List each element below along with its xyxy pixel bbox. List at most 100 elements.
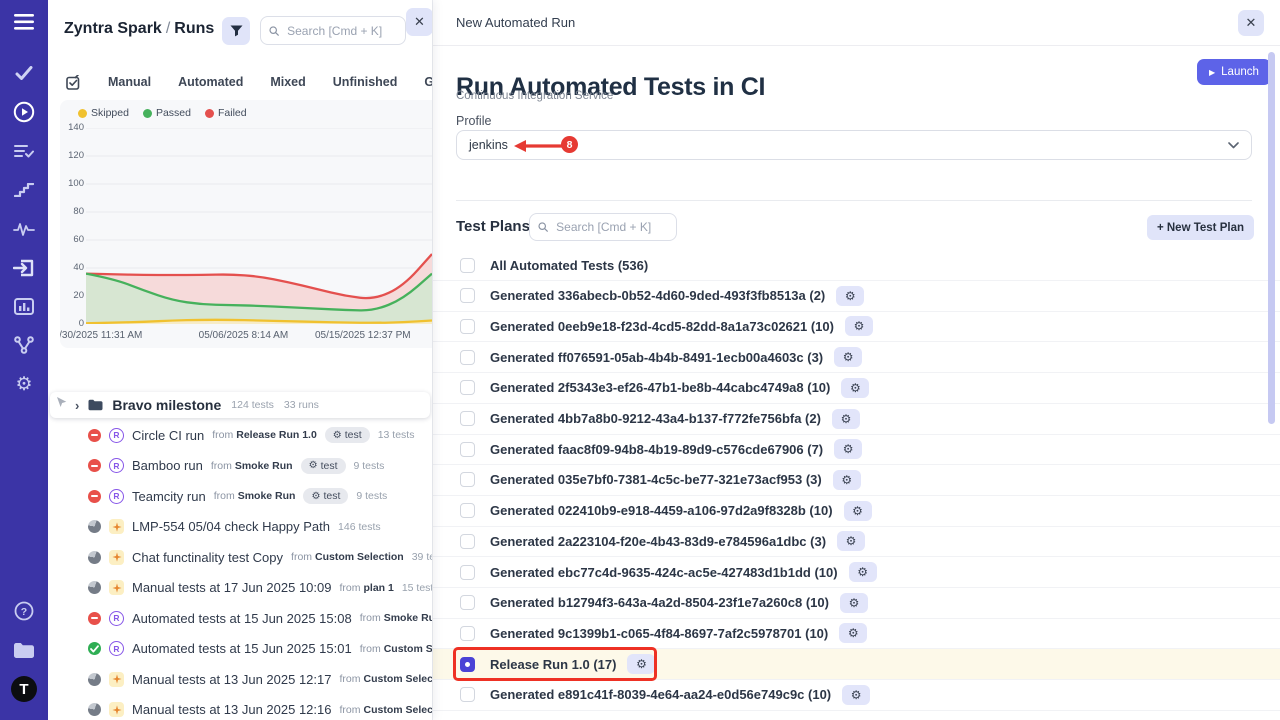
test-badge[interactable]: ⚙test xyxy=(303,488,348,504)
run-row[interactable]: LMP-554 05/04 check Happy Path146 tests xyxy=(48,512,432,541)
test-plans-search-input[interactable] xyxy=(554,219,668,235)
drawer-close-button[interactable]: ✕ xyxy=(406,8,432,36)
play-circle-icon[interactable] xyxy=(0,98,48,126)
plan-checkbox[interactable] xyxy=(460,380,475,395)
plan-checkbox[interactable] xyxy=(460,657,475,672)
run-from: fromCustom Selection xyxy=(291,551,404,563)
run-row[interactable]: Chat functinality test CopyfromCustom Se… xyxy=(48,543,432,572)
folder-icon[interactable] xyxy=(0,636,48,664)
launch-button[interactable]: ▶Launch xyxy=(1197,59,1271,85)
test-plan-row[interactable]: Generated e891c41f-8039-4e64-aa24-e0d56e… xyxy=(433,680,1280,711)
test-badge[interactable]: ⚙test xyxy=(301,458,346,474)
status-progress-icon xyxy=(88,520,101,533)
bar-chart-icon[interactable] xyxy=(0,292,48,320)
gear-icon: ⚙ xyxy=(851,688,862,702)
run-row[interactable]: Manual tests at 13 Jun 2025 12:17fromCus… xyxy=(48,665,432,694)
plan-checkbox[interactable] xyxy=(460,442,475,457)
plan-settings-button[interactable]: ⚙ xyxy=(839,623,867,643)
run-row[interactable]: Manual tests at 17 Jun 2025 10:09frompla… xyxy=(48,573,432,602)
plan-checkbox[interactable] xyxy=(460,626,475,641)
plan-checkbox[interactable] xyxy=(460,534,475,549)
list-check-icon[interactable] xyxy=(0,137,48,165)
scrollbar-thumb[interactable] xyxy=(1268,52,1275,424)
test-plan-row[interactable]: Generated faac8f09-94b8-4b19-89d9-c576cd… xyxy=(433,434,1280,465)
plan-checkbox[interactable] xyxy=(460,472,475,487)
plan-settings-button[interactable]: ⚙ xyxy=(627,654,655,674)
test-plan-row[interactable]: Generated ebc77c4d-9635-424c-ac5e-427483… xyxy=(433,557,1280,588)
test-plan-row[interactable]: Generated 4bb7a8b0-9212-43a4-b137-f772fe… xyxy=(433,404,1280,435)
plan-settings-button[interactable]: ⚙ xyxy=(840,593,868,613)
plan-settings-button[interactable]: ⚙ xyxy=(845,316,873,336)
panel-close-button[interactable]: ✕ xyxy=(1238,10,1264,36)
tab-automated[interactable]: Automated xyxy=(178,75,243,89)
new-test-plan-button[interactable]: + New Test Plan xyxy=(1147,215,1254,240)
milestone-runs-count: 33 runs xyxy=(284,399,319,411)
tab-groups[interactable]: Groups xyxy=(424,75,432,89)
gear-icon: ⚙ xyxy=(843,350,854,364)
run-row[interactable]: RAutomated tests at 15 Jun 2025 15:08fro… xyxy=(48,604,432,633)
plan-settings-button[interactable]: ⚙ xyxy=(842,685,870,705)
plan-label: Generated 2a223104-f20e-4b43-83d9-e78459… xyxy=(490,534,826,549)
plan-checkbox[interactable] xyxy=(460,411,475,426)
gear-icon: ⚙ xyxy=(850,381,861,395)
plan-checkbox[interactable] xyxy=(460,503,475,518)
milestone-group-row[interactable]: › Bravo milestone 124 tests 33 runs xyxy=(50,392,430,418)
tab-unfinished[interactable]: Unfinished xyxy=(333,75,398,89)
plan-settings-button[interactable]: ⚙ xyxy=(836,286,864,306)
activity-icon[interactable] xyxy=(0,215,48,243)
test-plan-row[interactable]: Generated 0eeb9e18-f23d-4cd5-82dd-8a1a73… xyxy=(433,311,1280,342)
test-plan-row[interactable]: Generated 9c1399b1-c065-4f84-8697-7af2c5… xyxy=(433,618,1280,649)
test-plan-row[interactable]: Generated 035e7bf0-7381-4c5c-be77-321e73… xyxy=(433,465,1280,496)
profile-select[interactable]: jenkins xyxy=(456,130,1252,160)
select-all-icon[interactable] xyxy=(66,75,81,90)
menu-icon[interactable] xyxy=(0,8,48,36)
test-plan-row[interactable]: Generated 2a223104-f20e-4b43-83d9-e78459… xyxy=(433,526,1280,557)
run-row[interactable]: RAutomated tests at 15 Jun 2025 15:01fro… xyxy=(48,634,432,663)
help-icon[interactable]: ? xyxy=(0,597,48,625)
run-row[interactable]: RTeamcity runfromSmoke Run⚙test9 tests xyxy=(48,482,432,511)
filter-button[interactable] xyxy=(222,17,250,45)
test-plan-row[interactable]: Generated 022410b9-e918-4459-a106-97d2a9… xyxy=(433,496,1280,527)
test-plan-row[interactable]: Release Run 1.0 (17)⚙ xyxy=(433,649,1280,680)
plan-checkbox[interactable] xyxy=(460,350,475,365)
plan-settings-button[interactable]: ⚙ xyxy=(841,378,869,398)
plan-checkbox[interactable] xyxy=(460,595,475,610)
test-plan-row[interactable]: Generated b12794f3-643a-4a2d-8504-23f1e7… xyxy=(433,588,1280,619)
test-plan-row[interactable]: Generated ff076591-05ab-4b4b-8491-1ecb00… xyxy=(433,342,1280,373)
plan-settings-button[interactable]: ⚙ xyxy=(834,347,862,367)
plan-settings-button[interactable]: ⚙ xyxy=(849,562,877,582)
gear-icon: ⚙ xyxy=(848,626,859,640)
test-badge[interactable]: ⚙test xyxy=(325,427,370,443)
run-name: Circle CI run xyxy=(132,428,204,443)
sign-in-icon[interactable] xyxy=(0,254,48,282)
plan-checkbox[interactable] xyxy=(460,288,475,303)
plan-checkbox[interactable] xyxy=(460,687,475,702)
milestone-name: Bravo milestone xyxy=(112,397,221,413)
chevron-right-icon[interactable]: › xyxy=(75,398,79,413)
run-row[interactable]: RCircle CI runfromRelease Run 1.0⚙test13… xyxy=(48,421,432,450)
drawer-search-input[interactable] xyxy=(285,23,397,39)
gear-icon[interactable]: ⚙ xyxy=(0,370,48,398)
tab-mixed[interactable]: Mixed xyxy=(270,75,305,89)
run-row[interactable]: Manual tests at 13 Jun 2025 12:16fromCus… xyxy=(48,695,432,720)
logo-t-icon[interactable]: T xyxy=(0,675,48,703)
app-root: ⚙ ? T Zyntra Spark/Runs ✕ ManualAutomate… xyxy=(0,0,1280,720)
run-tests-count: 15 tests xyxy=(402,582,432,594)
plan-checkbox[interactable] xyxy=(460,565,475,580)
test-plan-row[interactable]: All Automated Tests (536) xyxy=(433,250,1280,281)
check-icon[interactable] xyxy=(0,59,48,87)
branch-icon[interactable] xyxy=(0,331,48,359)
run-row[interactable]: RBamboo runfromSmoke Run⚙test9 tests xyxy=(48,451,432,480)
plan-settings-button[interactable]: ⚙ xyxy=(844,501,872,521)
tab-manual[interactable]: Manual xyxy=(108,75,151,89)
plan-settings-button[interactable]: ⚙ xyxy=(834,439,862,459)
plan-settings-button[interactable]: ⚙ xyxy=(837,531,865,551)
plan-settings-button[interactable]: ⚙ xyxy=(832,409,860,429)
steps-icon[interactable] xyxy=(0,176,48,204)
plan-settings-button[interactable]: ⚙ xyxy=(833,470,861,490)
run-name: Teamcity run xyxy=(132,489,206,504)
test-plan-row[interactable]: Generated 2f5343e3-ef26-47b1-be8b-44cabc… xyxy=(433,373,1280,404)
test-plan-row[interactable]: Generated 336abecb-0b52-4d60-9ded-493f3f… xyxy=(433,281,1280,312)
plan-checkbox[interactable] xyxy=(460,258,475,273)
plan-checkbox[interactable] xyxy=(460,319,475,334)
